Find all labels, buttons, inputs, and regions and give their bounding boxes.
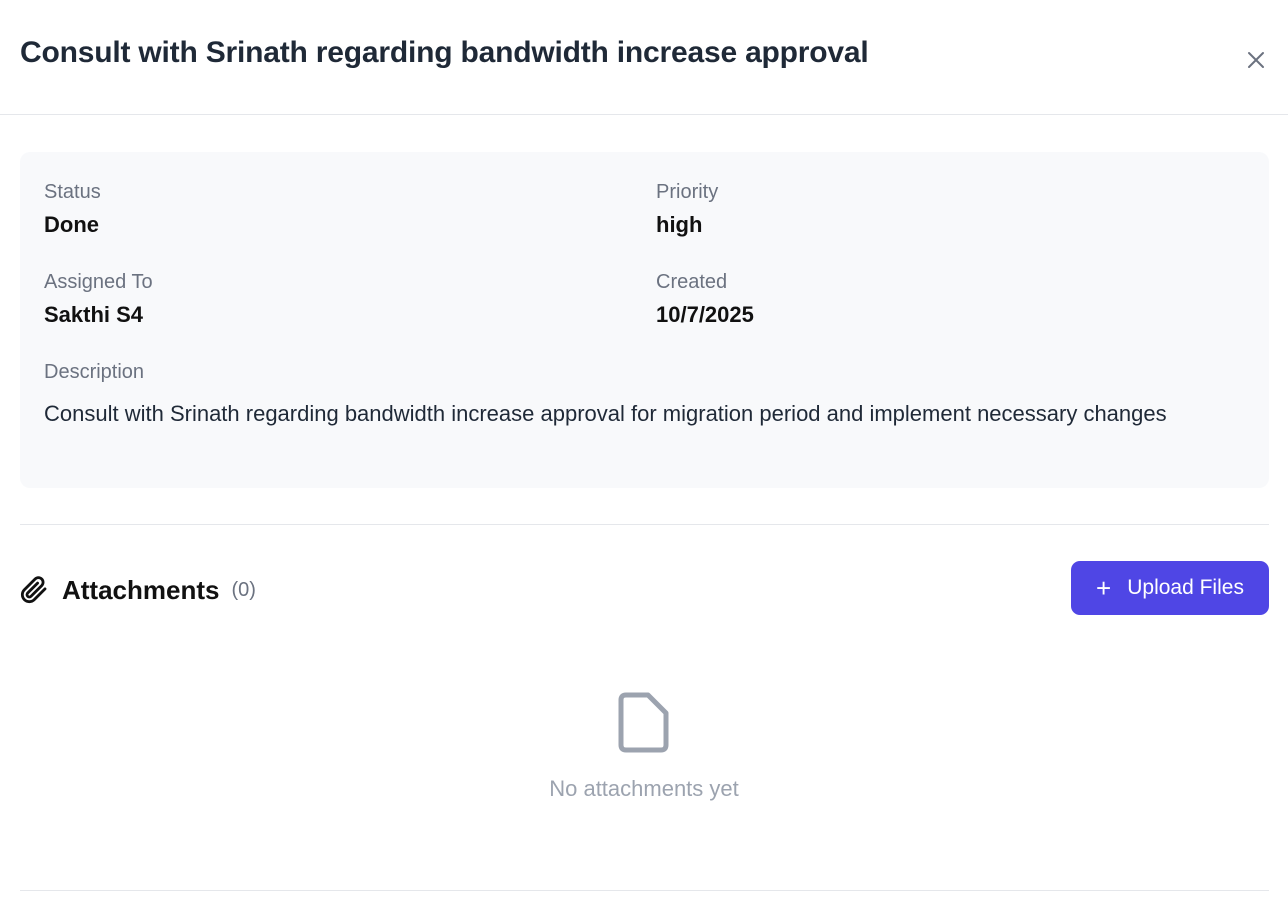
created-label: Created <box>656 271 728 293</box>
description-value: Consult with Srinath regarding bandwidth… <box>44 401 1167 426</box>
priority-label: Priority <box>656 181 719 203</box>
description-label: Description <box>44 361 145 383</box>
attachments-title: Attachments <box>62 574 220 605</box>
paperclip-icon <box>21 576 47 603</box>
section-divider <box>20 524 1269 525</box>
upload-files-label: Upload Files <box>1127 576 1244 599</box>
status-value: Done <box>44 212 99 237</box>
priority-value: high <box>656 212 703 237</box>
dialog-title: Consult with Srinath regarding bandwidth… <box>20 36 869 69</box>
bottom-divider <box>20 890 1269 891</box>
empty-attachments-text: No attachments yet <box>549 776 739 801</box>
upload-files-button[interactable]: + Upload Files <box>1071 561 1269 615</box>
close-button[interactable] <box>1240 44 1272 76</box>
status-label: Status <box>44 181 101 203</box>
dialog-header: Consult with Srinath regarding bandwidth… <box>0 0 1288 115</box>
assigned-to-value: Sakthi S4 <box>44 302 144 327</box>
task-details-card: Status Done Priority high Assigned To Sa… <box>20 152 1269 488</box>
file-icon <box>618 692 669 753</box>
close-icon <box>1248 52 1264 68</box>
created-value: 10/7/2025 <box>656 302 754 327</box>
plus-icon: + <box>1096 573 1112 603</box>
attachments-count: (0) <box>231 578 256 601</box>
attachments-header: Attachments (0) <box>20 568 256 612</box>
assigned-to-label: Assigned To <box>44 271 153 293</box>
